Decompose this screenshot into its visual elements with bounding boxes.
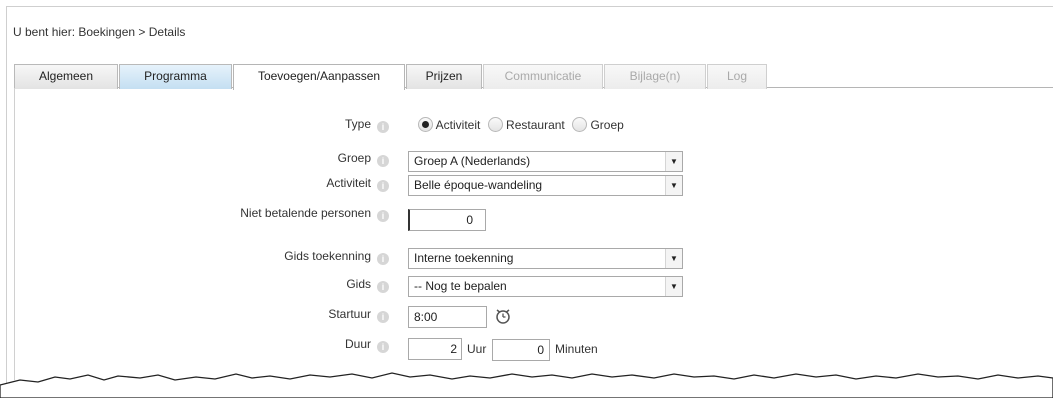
tab-bar: Algemeen Programma Toevoegen/Aanpassen P… [14, 64, 1053, 90]
radio-restaurant[interactable] [487, 117, 503, 132]
form-panel: Type i Activiteit Restaurant Groep Groep i… [14, 88, 1053, 380]
gids-label-group: Gids i [2, 274, 389, 294]
groep-select[interactable]: Groep A (Nederlands) ▼ [408, 151, 683, 172]
radio-activiteit[interactable] [418, 117, 433, 132]
tab-toevoegen-aanpassen[interactable]: Toevoegen/Aanpassen [233, 64, 405, 90]
duur-minutes-input[interactable]: 0 [492, 339, 550, 361]
tab-algemeen[interactable]: Algemeen [14, 64, 118, 89]
chevron-down-icon[interactable]: ▼ [665, 249, 682, 268]
duur-label-group: Duur i [2, 334, 389, 354]
duur-hours-unit: Uur [467, 342, 487, 356]
tab-log: Log [707, 64, 767, 89]
duur-label: Duur [344, 337, 371, 351]
chevron-down-icon[interactable]: ▼ [665, 277, 682, 296]
info-icon: i [377, 210, 389, 222]
startuur-input[interactable]: 8:00 [408, 306, 487, 328]
gids-select[interactable]: -- Nog te bepalen ▼ [408, 276, 683, 297]
type-label-group: Type i [2, 114, 389, 134]
gids-toekenning-select[interactable]: Interne toekenning ▼ [408, 248, 683, 269]
radio-restaurant-label: Restaurant [506, 118, 565, 132]
niet-betalend-label-group: Niet betalende personen i [2, 203, 389, 223]
torn-edge [0, 372, 1053, 398]
info-icon: i [377, 311, 389, 323]
groep-label: Groep [337, 151, 371, 165]
startuur-label-group: Startuur i [2, 304, 389, 324]
gids-toekenning-select-value: Interne toekenning [414, 251, 514, 265]
tab-communicatie: Communicatie [483, 64, 603, 89]
tab-bijlagen: Bijlage(n) [604, 64, 706, 89]
chevron-down-icon[interactable]: ▼ [665, 152, 682, 171]
activiteit-select[interactable]: Belle époque-wandeling ▼ [408, 175, 683, 196]
info-icon: i [377, 281, 389, 293]
niet-betalend-label: Niet betalende personen [240, 206, 371, 220]
duur-minutes-unit: Minuten [555, 342, 598, 356]
info-icon: i [377, 121, 389, 133]
groep-select-value: Groep A (Nederlands) [414, 154, 531, 168]
duur-hours-input[interactable]: 2 [408, 338, 462, 360]
radio-groep-label: Groep [590, 118, 624, 132]
tab-programma[interactable]: Programma [119, 64, 232, 89]
info-icon: i [377, 341, 389, 353]
chevron-down-icon[interactable]: ▼ [665, 176, 682, 195]
gids-select-value: -- Nog te bepalen [414, 279, 507, 293]
clock-icon[interactable] [494, 307, 512, 325]
gids-label: Gids [346, 277, 371, 291]
info-icon: i [377, 180, 389, 192]
type-radio-group: Activiteit Restaurant Groep [418, 116, 624, 134]
groep-label-group: Groep i [2, 148, 389, 168]
info-icon: i [377, 253, 389, 265]
type-label: Type [344, 117, 371, 131]
gids-toekenning-label: Gids toekenning [284, 249, 371, 263]
breadcrumb: U bent hier: Boekingen > Details [13, 25, 186, 39]
radio-groep[interactable] [572, 117, 588, 132]
gids-toekenning-label-group: Gids toekenning i [2, 246, 389, 266]
activiteit-label-group: Activiteit i [2, 173, 389, 193]
activiteit-label: Activiteit [326, 176, 371, 190]
info-icon: i [377, 155, 389, 167]
activiteit-select-value: Belle époque-wandeling [414, 178, 543, 192]
startuur-label: Startuur [328, 307, 371, 321]
niet-betalend-input[interactable]: 0 [408, 209, 486, 231]
tab-prijzen[interactable]: Prijzen [406, 64, 482, 89]
radio-activiteit-label: Activiteit [435, 118, 481, 132]
